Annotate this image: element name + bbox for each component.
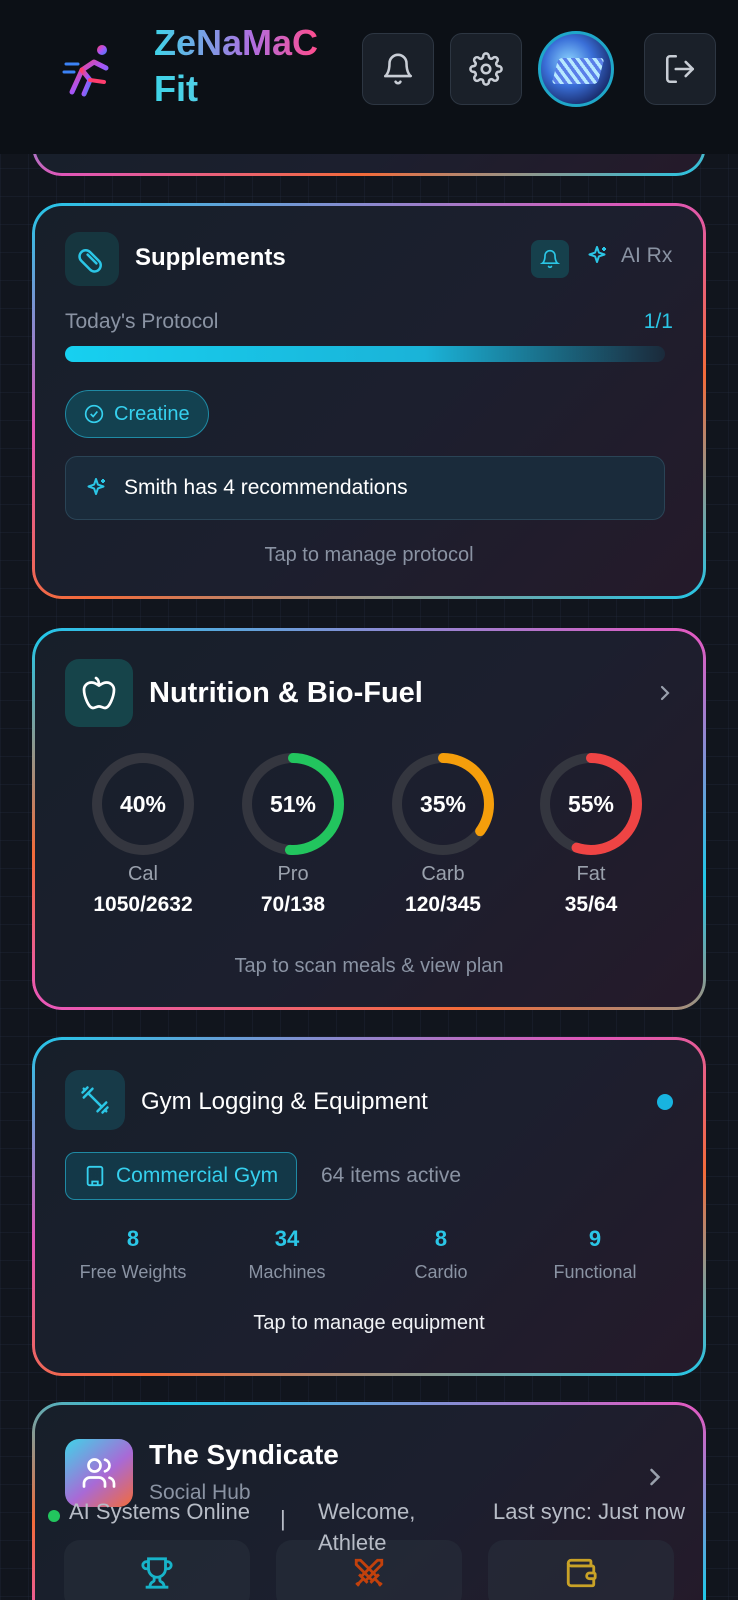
macro-ring-carb: 35% — [390, 751, 496, 857]
avatar[interactable] — [538, 31, 614, 107]
bell-icon — [540, 249, 560, 269]
stat-label: Free Weights — [79, 1262, 187, 1282]
ai-rx-button[interactable]: AI Rx — [585, 244, 672, 268]
stat-count: 34 — [274, 1226, 300, 1251]
protocol-label: Today's Protocol — [65, 310, 219, 333]
macro-percent: 35% — [419, 790, 467, 817]
chip-label: Creatine — [114, 402, 190, 425]
items-active: 64 items active — [321, 1164, 462, 1187]
protocol-progress-fill — [65, 346, 665, 362]
stat-count: 8 — [434, 1226, 448, 1251]
apple-icon — [65, 659, 133, 727]
gym-title: Gym Logging & Equipment — [141, 1088, 428, 1115]
pill-icon — [65, 232, 119, 286]
logout-icon — [665, 54, 695, 84]
stat-label: Functional — [553, 1262, 637, 1282]
building-icon — [86, 1165, 104, 1187]
logout-button[interactable] — [644, 33, 716, 105]
protocol-count: 1/1 — [643, 310, 673, 333]
recommendation-text: Smith has 4 recommendations — [124, 476, 408, 499]
gym-footer: Tap to manage equipment — [253, 1312, 485, 1334]
syndicate-title: The Syndicate — [149, 1439, 339, 1470]
nav-wallet[interactable] — [488, 1540, 674, 1600]
stat-count: 8 — [126, 1226, 140, 1251]
macro-label: Carb — [421, 863, 465, 885]
ai-status-text: AI Systems Online — [69, 1499, 250, 1524]
macro-label: Cal — [127, 863, 158, 885]
bell-icon — [383, 53, 413, 85]
gym-type-label: Commercial Gym — [116, 1164, 279, 1187]
nutrition-card[interactable]: Nutrition & Bio-Fuel 40% Cal 1050/2632 51% P… — [32, 628, 706, 1010]
check-circle-icon — [84, 404, 104, 424]
status-dot — [657, 1094, 673, 1110]
gear-icon — [469, 52, 503, 86]
chevron-right-icon[interactable] — [641, 1463, 669, 1491]
macro-label: Fat — [576, 863, 606, 885]
macro-percent: 51% — [269, 790, 317, 817]
macro-value: 120/345 — [405, 893, 481, 916]
macro-label: Pro — [277, 863, 309, 885]
chevron-right-icon[interactable] — [653, 681, 677, 705]
app-header: ZeNaMaC Fit — [0, 0, 738, 154]
macro-percent: 55% — [567, 790, 615, 817]
macro-ring-fat: 55% — [538, 751, 644, 857]
recommendations-banner[interactable]: Smith has 4 recommendations — [65, 456, 665, 520]
ai-rx-label: AI Rx — [621, 244, 673, 267]
stat-label: Machines — [248, 1262, 326, 1282]
macro-ring-pro: 51% — [240, 751, 346, 857]
sync-status-text: Last sync: Just now — [493, 1499, 685, 1524]
swords-icon — [354, 1558, 384, 1587]
stat-count: 9 — [588, 1226, 602, 1251]
wallet-icon — [566, 1558, 597, 1588]
brand-line-2: Fit — [154, 66, 318, 112]
status-separator: | — [280, 1506, 286, 1531]
supplement-chip-creatine[interactable]: Creatine — [65, 390, 209, 438]
runner-logo-icon — [62, 42, 118, 98]
macro-ring-cal: 40% — [90, 751, 196, 857]
macro-value: 35/64 — [564, 893, 618, 916]
brand-name: ZeNaMaC Fit — [154, 20, 318, 112]
nutrition-title: Nutrition & Bio-Fuel — [149, 677, 423, 709]
macro-value: 1050/2632 — [93, 893, 193, 916]
online-status-dot — [48, 1510, 60, 1522]
supplements-title: Supplements — [135, 244, 286, 271]
reminder-bell-button[interactable] — [531, 240, 569, 278]
bottom-area: AI Systems Online | Welcome, Athlete Las… — [0, 1499, 738, 1600]
sparkle-icon — [87, 478, 105, 495]
brand-line-1: ZeNaMaC — [154, 22, 319, 63]
sparkle-icon — [588, 246, 606, 263]
gym-type-chip[interactable]: Commercial Gym — [65, 1152, 298, 1200]
stat-label: Cardio — [414, 1262, 468, 1282]
supplements-card[interactable]: Supplements AI Rx Today's Protocol 1/1 C… — [32, 203, 706, 599]
macro-value: 70/138 — [260, 893, 326, 916]
notifications-button[interactable] — [362, 33, 434, 105]
nutrition-footer: Tap to scan meals & view plan — [234, 955, 504, 977]
settings-button[interactable] — [450, 33, 522, 105]
protocol-progress-bar — [65, 346, 665, 362]
welcome-text: Welcome, Athlete — [318, 1499, 416, 1555]
nav-leaderboard[interactable] — [64, 1540, 250, 1600]
trophy-icon — [141, 1557, 173, 1589]
supplements-footer: Tap to manage protocol — [264, 544, 474, 566]
macro-percent: 40% — [119, 790, 167, 817]
dumbbell-icon — [65, 1070, 125, 1130]
gym-card[interactable]: Gym Logging & Equipment Commercial Gym 6… — [32, 1037, 706, 1376]
